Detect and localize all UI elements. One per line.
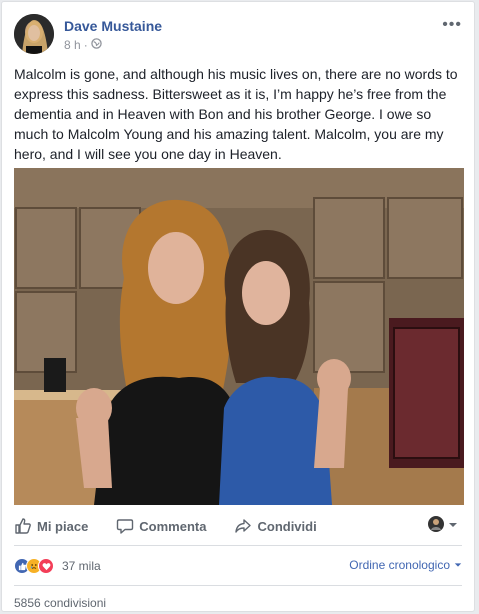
post-photo[interactable] xyxy=(14,168,464,505)
like-button[interactable]: Mi piace xyxy=(14,517,88,535)
order-label: Ordine cronologico xyxy=(349,558,450,572)
action-bar: Mi piace Commenta Condividi xyxy=(14,510,462,542)
comment-label: Commenta xyxy=(139,518,207,534)
reactions-count[interactable]: 37 mila xyxy=(62,559,101,573)
comment-icon xyxy=(116,517,134,535)
globe-icon xyxy=(90,38,102,52)
profile-thumbnail-icon xyxy=(428,516,444,535)
like-label: Mi piace xyxy=(37,518,89,534)
shares-count[interactable]: 5856 condivisioni xyxy=(14,596,106,610)
post-card: Dave Mustaine 8 h · ••• Malcolm is gone,… xyxy=(1,1,475,612)
divider xyxy=(14,585,462,586)
more-options-icon[interactable]: ••• xyxy=(442,16,462,34)
reaction-icons[interactable] xyxy=(14,558,54,574)
avatar[interactable] xyxy=(14,14,54,54)
comment-order-selector[interactable]: Ordine cronologico xyxy=(349,558,462,572)
caret-down-icon xyxy=(454,558,462,572)
post-meta: 8 h · xyxy=(64,38,102,52)
love-reaction-icon xyxy=(38,558,54,574)
post-header: Dave Mustaine 8 h · ••• xyxy=(14,14,462,54)
thumbs-up-icon xyxy=(14,517,32,535)
share-label: Condividi xyxy=(257,518,317,534)
share-button[interactable]: Condividi xyxy=(234,517,317,535)
reactions-bar: 37 mila Ordine cronologico xyxy=(14,554,462,578)
separator-dot: · xyxy=(83,38,88,52)
divider xyxy=(14,545,462,546)
post-text: Malcolm is gone, and although his music … xyxy=(14,66,458,162)
share-arrow-icon xyxy=(234,517,252,535)
view-as-selector[interactable] xyxy=(428,516,458,535)
author-name[interactable]: Dave Mustaine xyxy=(64,18,162,34)
chevron-down-icon xyxy=(448,518,458,533)
comment-button[interactable]: Commenta xyxy=(116,517,206,535)
post-time[interactable]: 8 h xyxy=(64,38,81,52)
